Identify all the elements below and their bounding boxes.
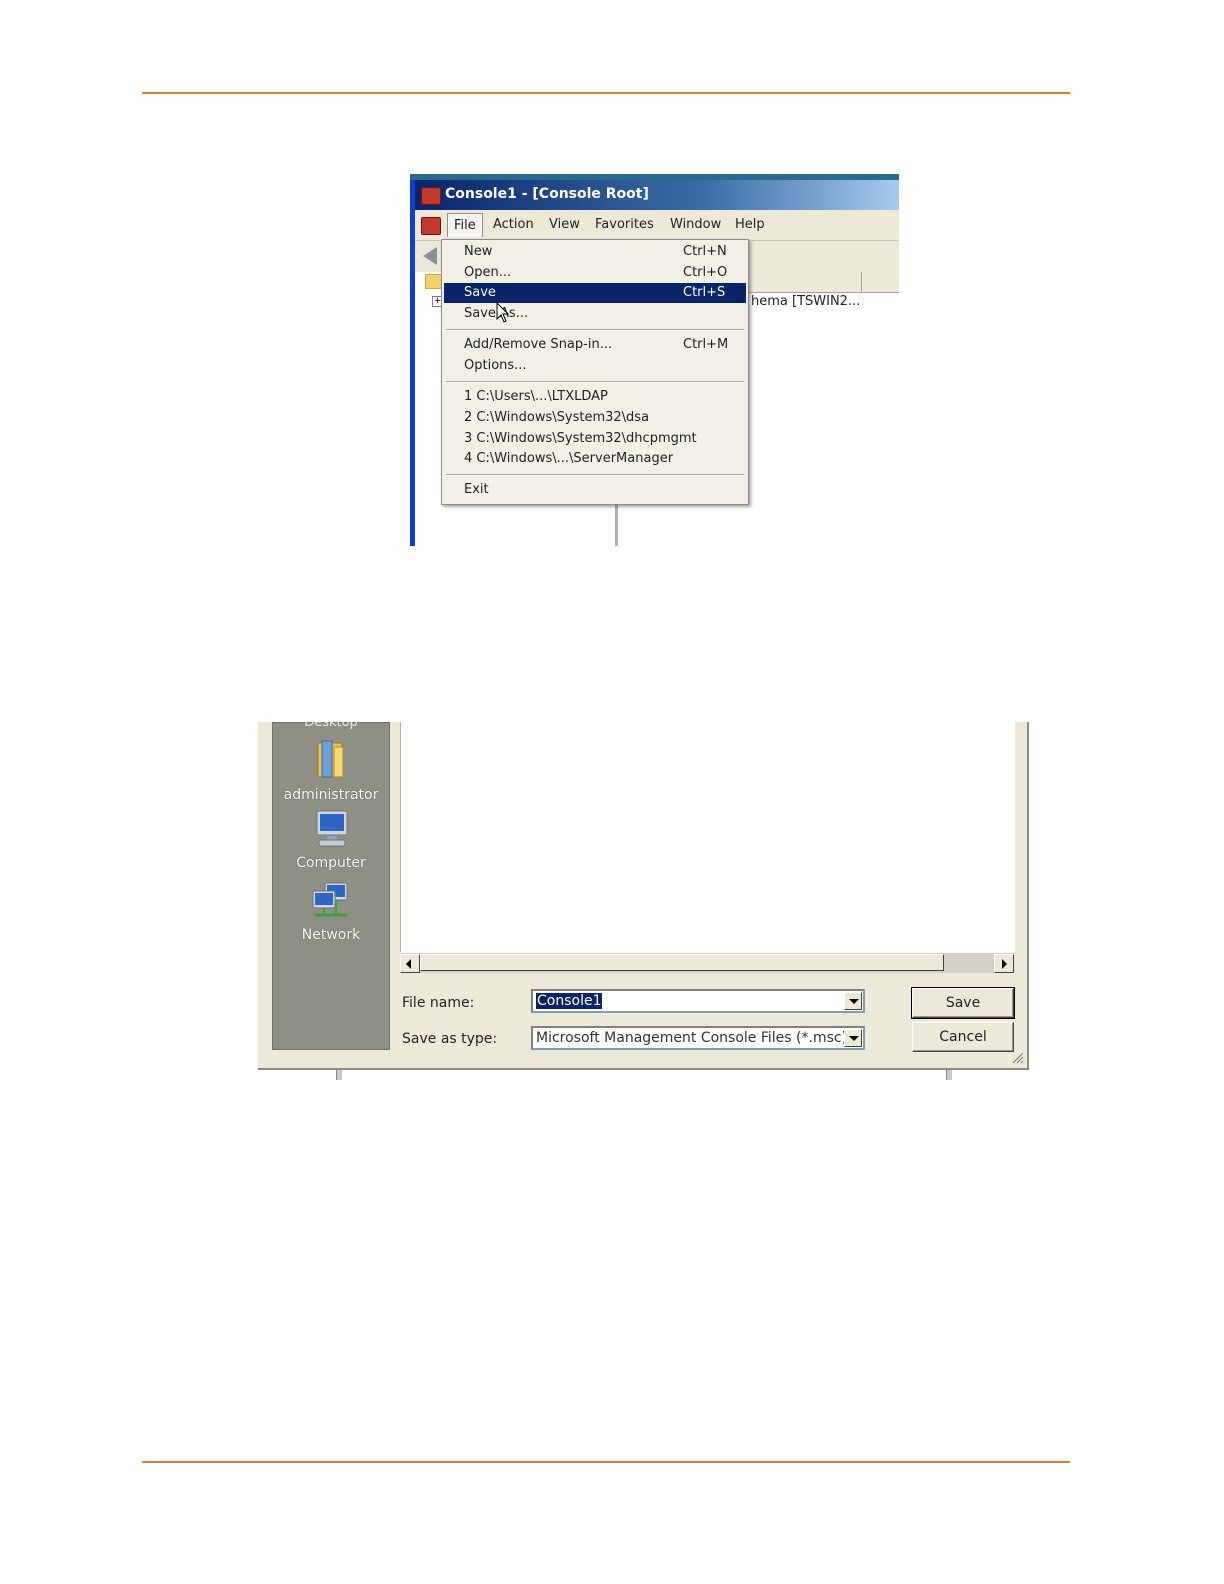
menu-item-new[interactable]: New Ctrl+N	[444, 242, 746, 262]
arrow-right-icon	[1002, 959, 1007, 969]
file-name-value[interactable]: Console1	[536, 993, 603, 1009]
resize-grip-icon[interactable]	[1010, 1050, 1024, 1064]
menu-favorites[interactable]: Favorites	[595, 217, 654, 232]
arrow-left-icon	[406, 959, 411, 969]
menu-file[interactable]: File	[447, 213, 483, 237]
user-folder-icon	[317, 740, 344, 778]
menu-item-options[interactable]: Options...	[444, 356, 746, 376]
tree-node-label[interactable]: hema [TSWIN2...	[751, 294, 860, 309]
menu-item-save[interactable]: Save Ctrl+S	[444, 283, 746, 303]
mmc-window-screenshot: Console1 - [Console Root] File Action Vi…	[410, 174, 899, 546]
scroll-left-button[interactable]	[400, 954, 420, 973]
places-bar: Desktop administrator Computer Network	[272, 722, 390, 1050]
cutoff-edge	[336, 1070, 342, 1080]
menu-item-recent-4[interactable]: 4 C:\Windows\...\ServerManager	[444, 449, 746, 469]
save-as-type-label: Save as type:	[402, 1031, 498, 1047]
mmc-app-icon	[421, 187, 441, 205]
network-icon	[312, 882, 348, 917]
cancel-button[interactable]: Cancel	[912, 1022, 1014, 1052]
header-rule	[142, 92, 1070, 94]
computer-icon	[316, 810, 348, 847]
back-arrow-icon[interactable]	[423, 247, 437, 265]
menu-action[interactable]: Action	[493, 217, 534, 232]
save-as-type-select[interactable]: Microsoft Management Console Files (*.ms…	[531, 1026, 865, 1050]
save-as-type-dropdown-button[interactable]	[844, 1029, 862, 1047]
menu-item-exit[interactable]: Exit	[444, 480, 746, 500]
place-administrator[interactable]: administrator	[273, 737, 389, 803]
dialog-right-edge	[1027, 722, 1029, 1070]
menu-bar: File Action View Favorites Window Help	[415, 210, 899, 241]
place-computer[interactable]: Computer	[273, 809, 389, 871]
menu-item-save-as[interactable]: Save As...	[444, 304, 746, 324]
dialog-bottom-edge	[258, 1068, 1029, 1070]
file-name-combobox[interactable]: Console1	[531, 989, 865, 1013]
chevron-down-icon	[849, 1036, 859, 1041]
title-bar[interactable]: Console1 - [Console Root]	[415, 180, 899, 210]
console-icon[interactable]	[421, 217, 441, 235]
file-list-pane[interactable]	[400, 722, 1015, 952]
pane-splitter[interactable]	[615, 504, 618, 546]
scroll-right-button[interactable]	[994, 954, 1014, 973]
menu-item-recent-1[interactable]: 1 C:\Users\...\LTXLDAP	[444, 387, 746, 407]
save-button[interactable]: Save	[911, 987, 1015, 1019]
chevron-down-icon	[849, 999, 859, 1004]
horizontal-scrollbar[interactable]	[400, 952, 1014, 973]
menu-item-add-remove-snapin[interactable]: Add/Remove Snap-in... Ctrl+M	[444, 335, 746, 355]
menu-item-recent-2[interactable]: 2 C:\Windows\System32\dsa	[444, 408, 746, 428]
cutoff-edge	[946, 1070, 952, 1080]
file-name-dropdown-button[interactable]	[844, 992, 862, 1010]
mouse-cursor-icon	[496, 302, 510, 323]
file-name-label: File name:	[402, 995, 475, 1011]
menu-separator	[446, 381, 744, 383]
list-header	[743, 272, 899, 293]
menu-separator	[446, 474, 744, 476]
menu-window[interactable]: Window	[670, 217, 721, 232]
save-as-dialog-screenshot: Desktop administrator Computer Network F…	[258, 722, 1029, 1070]
menu-item-recent-3[interactable]: 3 C:\Windows\System32\dhcpmgmt	[444, 429, 746, 449]
footer-rule	[142, 1461, 1070, 1463]
window-title: Console1 - [Console Root]	[445, 186, 649, 202]
scroll-thumb[interactable]	[420, 954, 944, 971]
file-menu-dropdown: New Ctrl+N Open... Ctrl+O Save Ctrl+S Save …	[441, 239, 749, 505]
save-as-type-value: Microsoft Management Console Files (*.ms…	[536, 1030, 848, 1046]
menu-view[interactable]: View	[549, 217, 580, 232]
places-desktop-label[interactable]: Desktop	[273, 722, 389, 730]
place-network[interactable]: Network	[273, 881, 389, 943]
menu-separator	[446, 329, 744, 331]
menu-help[interactable]: Help	[735, 217, 765, 232]
menu-item-open[interactable]: Open... Ctrl+O	[444, 263, 746, 283]
